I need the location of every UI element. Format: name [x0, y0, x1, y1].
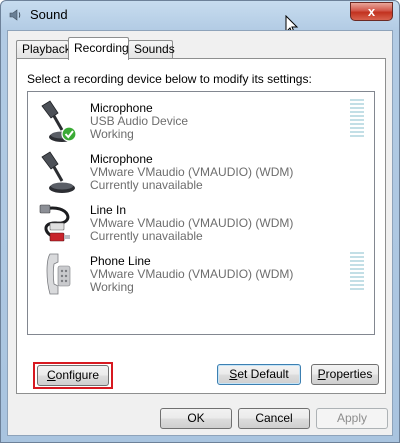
device-status: Currently unavailable — [90, 178, 203, 192]
set-default-button[interactable]: Set Default — [217, 364, 301, 385]
device-row[interactable]: Microphone USB Audio Device Working — [28, 95, 374, 146]
device-row[interactable]: Line In VMware VMaudio (VMAUDIO) (WDM) C… — [28, 197, 374, 248]
device-status: Working — [90, 127, 134, 141]
device-name: Line In — [90, 203, 127, 217]
device-status: Currently unavailable — [90, 229, 203, 243]
recording-panel: Select a recording device below to modif… — [16, 58, 386, 394]
microphone-icon — [41, 151, 75, 193]
device-name: Microphone — [90, 152, 153, 166]
level-meter — [350, 99, 364, 139]
device-driver: USB Audio Device — [90, 114, 189, 128]
audio-cable-icon — [39, 204, 70, 242]
window-title: Sound — [30, 7, 68, 22]
instruction-text: Select a recording device below to modif… — [27, 72, 312, 86]
apply-button[interactable]: Apply — [316, 408, 388, 429]
dialog-body: Playback Recording Sounds Select a recor… — [7, 30, 393, 436]
telephone-icon — [46, 253, 71, 295]
recording-device-list[interactable]: Microphone USB Audio Device Working Micr… — [27, 91, 375, 335]
device-row[interactable]: Phone Line VMware VMaudio (VMAUDIO) (WDM… — [28, 248, 374, 299]
cancel-button[interactable]: Cancel — [238, 408, 310, 429]
device-row[interactable]: Microphone VMware VMaudio (VMAUDIO) (WDM… — [28, 146, 374, 197]
tab-sounds[interactable]: Sounds — [128, 40, 175, 59]
device-driver: VMware VMaudio (VMAUDIO) (WDM) — [90, 216, 294, 230]
ok-button[interactable]: OK — [160, 408, 232, 429]
configure-button[interactable]: Configure — [37, 365, 109, 386]
device-status: Working — [90, 280, 134, 294]
microphone-icon — [41, 100, 77, 142]
close-button[interactable]: x — [350, 2, 393, 21]
title-bar[interactable]: Sound x — [1, 1, 399, 29]
properties-button[interactable]: Properties — [311, 364, 379, 385]
tab-playback[interactable]: Playback — [16, 40, 71, 59]
level-meter — [350, 252, 364, 292]
device-driver: VMware VMaudio (VMAUDIO) (WDM) — [90, 267, 294, 281]
sound-dialog: Sound x Playback Recording Sounds Select… — [0, 0, 400, 443]
device-name: Phone Line — [90, 254, 151, 268]
device-driver: VMware VMaudio (VMAUDIO) (WDM) — [90, 165, 294, 179]
device-name: Microphone — [90, 101, 153, 115]
tab-recording[interactable]: Recording — [68, 37, 129, 60]
speaker-icon — [9, 9, 21, 21]
